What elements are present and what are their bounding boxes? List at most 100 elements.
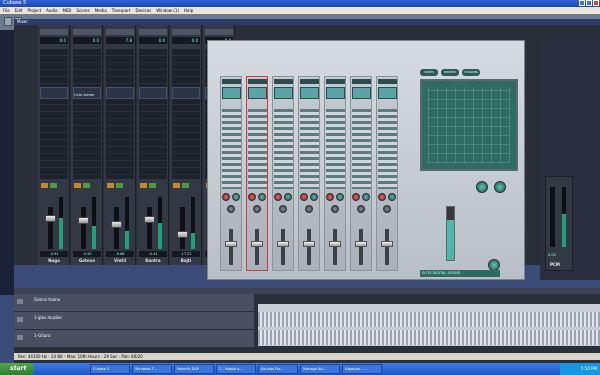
menu-media[interactable]: Media [95,7,107,14]
send-knob[interactable] [310,193,318,201]
pcm-name[interactable]: PCM [550,262,560,267]
fader-cap[interactable] [225,241,237,247]
pan-knob[interactable] [357,205,365,213]
panel-fader[interactable] [355,229,367,265]
eq-box[interactable] [40,87,68,99]
panel-fader[interactable] [251,229,263,265]
channel-value[interactable]: 7.8 [106,37,134,44]
fader-cap[interactable] [78,217,89,224]
gain-knob[interactable] [378,193,386,201]
send-knob[interactable] [232,193,240,201]
track-name[interactable]: 1-glas muzike [34,315,62,320]
channel-value[interactable]: 0.0 [40,37,68,44]
panel-channel-label[interactable] [326,79,345,84]
tab-inserts[interactable]: INSERTS [441,69,459,76]
eq-display[interactable] [420,79,518,171]
send-knob[interactable] [336,193,344,201]
panel-channel-slots[interactable] [352,109,371,189]
gain-knob[interactable] [326,193,334,201]
channel-header[interactable] [139,29,167,35]
fader-cap[interactable] [355,241,367,247]
tab-channel[interactable]: CHANNEL [462,69,480,76]
panel-channel-slots[interactable] [274,109,293,189]
pan-knob[interactable] [383,205,391,213]
task-button[interactable]: Edgecon - ... [342,364,382,374]
mute-button[interactable] [173,183,180,188]
channel-value[interactable]: 0.0 [139,37,167,44]
fader-cap[interactable] [251,241,263,247]
solo-button[interactable] [182,183,189,188]
menu-devices[interactable]: Devices [136,7,152,14]
panel-channel-slots[interactable] [248,109,267,189]
channel-header[interactable] [205,29,233,35]
menu-window[interactable]: Window (1) [156,7,179,14]
start-button[interactable]: start [0,363,34,375]
channel-fader[interactable] [144,207,155,249]
channel-value[interactable]: 0.0 [73,37,101,44]
mute-button[interactable] [107,183,114,188]
fader-cap[interactable] [381,241,393,247]
menu-project[interactable]: Project [27,7,41,14]
panel-channel-label[interactable] [248,79,267,84]
channel-volume[interactable]: -9.66 [106,251,134,257]
channel-fader[interactable] [111,207,122,249]
master-knob[interactable] [494,181,506,193]
panel-fader[interactable] [225,229,237,265]
master-knob[interactable] [476,181,488,193]
tab-spres[interactable]: SPRES [420,69,438,76]
send-knob[interactable] [258,193,266,201]
track-row[interactable]: Gotovi tromu [14,294,254,312]
panel-channel-slots[interactable] [300,109,319,189]
panel-channel-label[interactable] [352,79,371,84]
pcm-fader[interactable] [550,187,555,247]
channel-name[interactable]: Vintil [105,258,135,264]
track-name[interactable]: 1-Gitara [34,333,50,338]
pcm-volume[interactable]: 0.00 [548,253,556,257]
pan-knob[interactable] [227,205,235,213]
channel-name[interactable]: Kontra [138,258,168,264]
close-button[interactable] [593,0,599,6]
insert-slots[interactable] [139,49,167,179]
panel-channel-label[interactable] [300,79,319,84]
solo-button[interactable] [149,183,156,188]
gain-knob[interactable] [222,193,230,201]
track-row[interactable]: 1-Gitara [14,330,254,348]
send-knob[interactable] [388,193,396,201]
solo-button[interactable] [83,183,90,188]
fader-cap[interactable] [329,241,341,247]
minimize-button[interactable] [579,0,585,6]
menu-scores[interactable]: Scores [76,7,89,14]
channel-fader[interactable] [177,207,188,249]
eq-box[interactable] [106,87,134,99]
task-button[interactable]: Sounds For... [258,364,298,374]
pan-knob[interactable] [253,205,261,213]
mute-button[interactable] [140,183,147,188]
eq-box[interactable] [172,87,200,99]
menu-audio[interactable]: Audio [46,7,57,14]
task-button[interactable]: 2 - Mobile o... [216,364,256,374]
track-name[interactable]: Gotovi tromu [34,297,60,302]
fader-cap[interactable] [111,221,122,228]
gain-knob[interactable] [248,193,256,201]
solo-button[interactable] [50,183,57,188]
channel-value[interactable]: 0.0 [172,37,200,44]
channel-fader[interactable] [45,207,56,249]
send-knob[interactable] [362,193,370,201]
fader-cap[interactable] [303,241,315,247]
pan-knob[interactable] [331,205,339,213]
menu-midi[interactable]: MIDI [63,7,72,14]
insert-slots[interactable] [106,49,134,179]
channel-volume[interactable]: -5.50 [73,251,101,257]
channel-header[interactable] [73,29,101,35]
master-fader[interactable] [446,206,455,261]
panel-fader[interactable] [381,229,393,265]
insert-slots[interactable] [40,49,68,179]
task-button[interactable]: Manage Ad... [300,364,340,374]
panel-fader[interactable] [277,229,289,265]
track-row[interactable]: 1-glas muzike [14,312,254,330]
maximize-button[interactable] [586,0,592,6]
fader-cap[interactable] [177,231,188,238]
panel-channel-label[interactable] [378,79,397,84]
panel-fader[interactable] [329,229,341,265]
tool-button[interactable] [4,17,12,26]
